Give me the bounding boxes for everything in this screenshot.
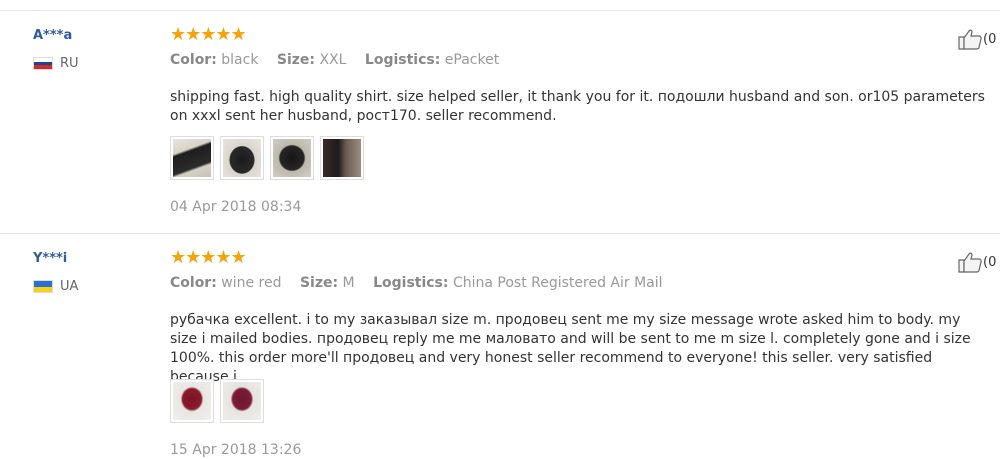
logistics-label: Logistics: [364,52,441,68]
size-label: Size: [276,52,316,68]
review-date: 04 Apr 2018 08:34 [170,199,302,215]
size-value: XXL [319,52,347,68]
star-rating: ★★★★★ [170,24,247,45]
size-label: Size: [299,275,339,291]
flag-ua-icon [33,280,53,293]
color-value: black [221,52,259,68]
helpful-button[interactable]: (0 [957,251,996,273]
country-code: RU [60,56,79,71]
reviewer-country: UA [33,279,78,294]
color-label: Color: [170,275,217,291]
review-photo-thumbnail[interactable] [170,379,214,423]
color-label: Color: [170,52,217,68]
review-photos [170,136,364,180]
reviewer-country: RU [33,56,79,71]
reviewer-name[interactable]: A***a [33,28,72,43]
review-photo-thumbnail[interactable] [320,136,364,180]
logistics-value: ePacket [444,52,500,68]
color-value: wine red [221,275,282,291]
thumbs-up-icon [958,252,982,273]
review-date: 15 Apr 2018 13:26 [170,442,302,458]
order-attributes: Color: black Size: XXL Logistics: ePacke… [170,52,513,68]
review-item: Y***i UA ★★★★★ Color: wine red Size: M L… [0,234,1000,459]
review-text: shipping fast. high quality shirt. size … [170,89,985,124]
review-photo-thumbnail[interactable] [170,136,214,180]
review-text: рубачка excellent. i to my заказывал siz… [170,312,971,385]
reviewer-name[interactable]: Y***i [33,251,67,266]
helpful-count: (0 [983,31,997,47]
helpful-button[interactable]: (0 [957,28,996,50]
size-value: M [342,275,355,291]
review-photo-thumbnail[interactable] [220,136,264,180]
star-rating: ★★★★★ [170,247,247,268]
logistics-value: China Post Registered Air Mail [452,275,663,291]
logistics-label: Logistics: [373,275,449,291]
helpful-count: (0 [983,254,997,270]
review-photo-thumbnail[interactable] [270,136,314,180]
order-attributes: Color: wine red Size: M Logistics: China… [170,275,677,291]
review-photo-thumbnail[interactable] [220,379,264,423]
review-item: A***a RU ★★★★★ Color: black Size: XXL Lo… [0,11,1000,233]
thumbs-up-icon [958,29,982,50]
flag-ru-icon [33,57,53,70]
country-code: UA [60,279,79,294]
review-photos [170,379,264,423]
